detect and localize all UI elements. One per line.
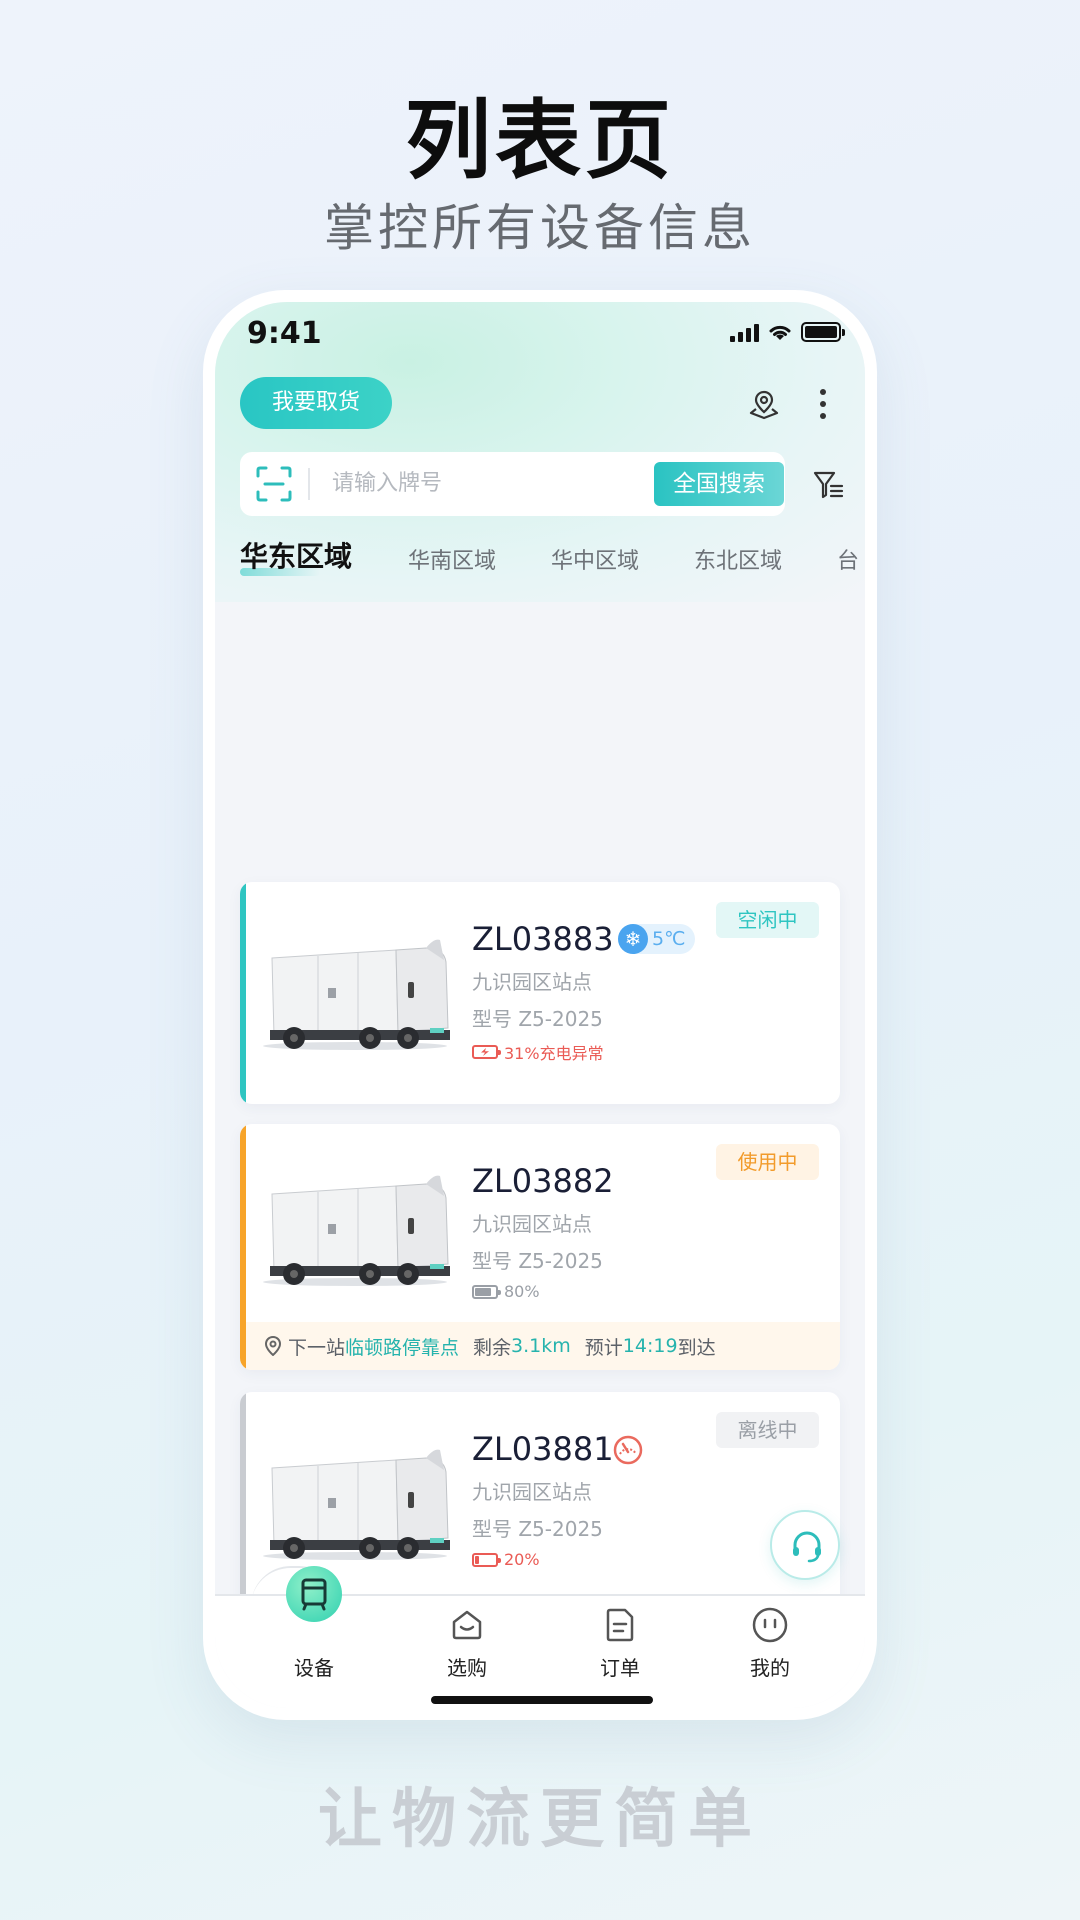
eta-label: 预计 bbox=[584, 1336, 623, 1359]
tab-label: 选购 bbox=[447, 1656, 487, 1680]
tab-east-china[interactable]: 华东区域 bbox=[240, 535, 352, 575]
vehicle-image bbox=[263, 1175, 450, 1286]
bottom-tab-bar: 设备 选购 订单 我的 bbox=[215, 1566, 865, 1708]
home-indicator bbox=[431, 1696, 653, 1704]
status-time: 9:41 bbox=[247, 316, 322, 351]
region-tabs: 华东区域 华南区域 华中区域 东北区域 台 bbox=[240, 535, 865, 583]
vehicle-plate: ZL03882 bbox=[472, 1162, 614, 1200]
filter-icon[interactable] bbox=[812, 469, 844, 501]
profile-icon bbox=[752, 1607, 788, 1643]
search-bar: 全国搜索 bbox=[240, 452, 785, 516]
vehicle-plate: ZL03883 bbox=[472, 920, 614, 958]
status-badge: 使用中 bbox=[716, 1144, 819, 1180]
battery-text: 20% bbox=[504, 1550, 540, 1569]
vehicle-model: 型号 Z5-2025 bbox=[472, 1007, 603, 1031]
cellular-signal-icon bbox=[730, 322, 759, 342]
promo-slogan: 让物流更简单 bbox=[318, 1783, 762, 1857]
status-icons bbox=[730, 322, 845, 342]
battery-info: 31%充电异常 bbox=[472, 1040, 604, 1064]
vehicle-card[interactable]: ZL03882 使用中 九识园区站点 型号 Z5-2025 80% 下一站 临顿… bbox=[240, 1124, 840, 1370]
battery-info: 20% bbox=[472, 1550, 540, 1569]
next-stop-label: 下一站 bbox=[288, 1336, 346, 1359]
more-vertical-icon[interactable] bbox=[815, 386, 831, 422]
order-icon bbox=[606, 1608, 634, 1642]
headset-icon bbox=[793, 1531, 821, 1563]
snowflake-icon: ❄ bbox=[618, 924, 648, 954]
battery-text: 80% bbox=[504, 1282, 540, 1301]
search-divider bbox=[308, 468, 310, 500]
tab-northeast[interactable]: 东北区域 bbox=[694, 543, 782, 575]
promo-title: 列表页 bbox=[405, 91, 675, 191]
eta-time: 14:19 bbox=[622, 1335, 678, 1357]
temperature-badge: ❄ 5℃ bbox=[618, 924, 696, 954]
vehicle-plate: ZL03881 bbox=[472, 1430, 614, 1468]
nationwide-search-button[interactable]: 全国搜索 bbox=[654, 462, 784, 506]
scan-icon[interactable] bbox=[256, 466, 292, 502]
tab-central-china[interactable]: 华中区域 bbox=[551, 543, 639, 575]
vehicle-image bbox=[263, 1449, 450, 1560]
status-badge: 空闲中 bbox=[716, 902, 819, 938]
map-pin-icon[interactable] bbox=[748, 388, 780, 420]
tab-label: 我的 bbox=[750, 1656, 790, 1680]
battery-text: 31%充电异常 bbox=[504, 1044, 604, 1063]
temperature-value: 5℃ bbox=[652, 928, 686, 950]
tab-label: 设备 bbox=[294, 1656, 334, 1680]
tab-taiwan[interactable]: 台 bbox=[837, 543, 859, 575]
station-name: 九识园区站点 bbox=[472, 1480, 592, 1504]
arrive-label: 到达 bbox=[677, 1336, 716, 1359]
next-stop-name: 临顿路停靠点 bbox=[345, 1336, 460, 1359]
plate-search-input[interactable] bbox=[332, 452, 632, 516]
customer-support-button[interactable] bbox=[770, 1510, 840, 1580]
vehicle-model: 型号 Z5-2025 bbox=[472, 1249, 603, 1273]
status-stripe bbox=[240, 882, 246, 1104]
phone-frame: 9:41 我要取货 请输入牌号 全国搜索 华东区域 华南区域 华中区域 东北区域… bbox=[203, 290, 877, 1720]
vehicle-model: 型号 Z5-2025 bbox=[472, 1517, 603, 1541]
tab-label: 订单 bbox=[600, 1656, 640, 1680]
vehicle-card[interactable]: ZL03883 ❄ 5℃ 空闲中 九识园区站点 型号 Z5-2025 31%充电… bbox=[240, 882, 840, 1104]
speedometer-icon bbox=[613, 1435, 643, 1465]
app-screen: 9:41 我要取货 请输入牌号 全国搜索 华东区域 华南区域 华中区域 东北区域… bbox=[215, 302, 865, 1708]
status-badge: 离线中 bbox=[716, 1412, 819, 1448]
battery-low-icon bbox=[472, 1552, 501, 1567]
battery-status-icon bbox=[801, 322, 845, 342]
wifi-icon bbox=[769, 325, 791, 340]
status-bar: 9:41 bbox=[215, 302, 865, 362]
location-pin-icon bbox=[264, 1336, 282, 1356]
tab-south-china[interactable]: 华南区域 bbox=[408, 543, 496, 575]
battery-info: 80% bbox=[472, 1282, 540, 1301]
pickup-button[interactable]: 我要取货 bbox=[240, 377, 392, 429]
remaining-distance: 3.1km bbox=[511, 1335, 571, 1357]
promo-subtitle: 掌控所有设备信息 bbox=[324, 199, 756, 257]
battery-charging-icon bbox=[472, 1045, 501, 1059]
station-name: 九识园区站点 bbox=[472, 1212, 592, 1236]
battery-icon bbox=[472, 1284, 501, 1299]
shop-icon bbox=[452, 1610, 482, 1640]
remaining-label: 剩余 bbox=[473, 1336, 512, 1359]
station-name: 九识园区站点 bbox=[472, 970, 592, 994]
status-stripe bbox=[240, 1392, 246, 1614]
route-info-bar: 下一站 临顿路停靠点 剩余 3.1km 预计 14:19 到达 bbox=[246, 1322, 840, 1370]
vehicle-image bbox=[263, 939, 450, 1050]
vehicle-icon bbox=[286, 1566, 342, 1622]
